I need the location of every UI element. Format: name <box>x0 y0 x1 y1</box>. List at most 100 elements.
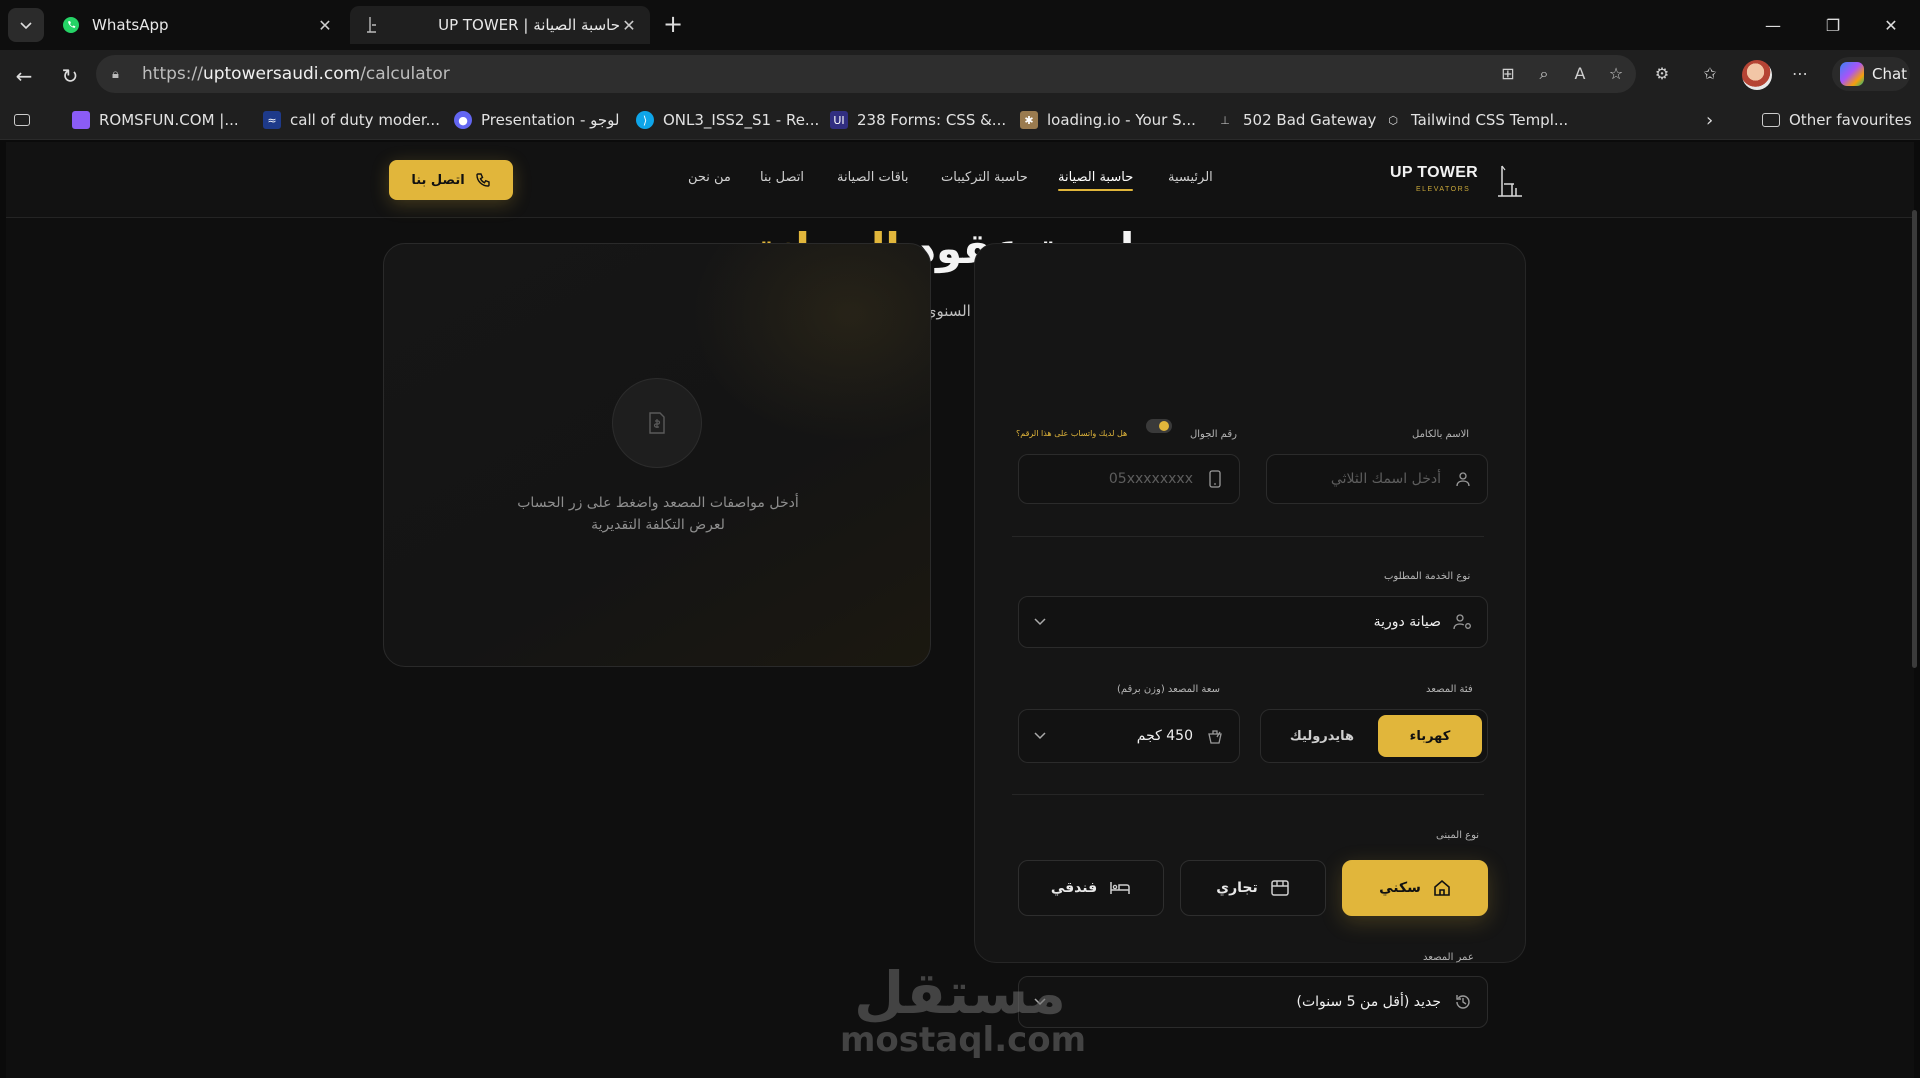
building-commercial-label: تجاري <box>1216 880 1258 896</box>
favorites-icon[interactable]: ✩ <box>1698 62 1722 86</box>
capacity-select[interactable]: 450 كجم <box>1018 709 1240 763</box>
bookmark-romsfun[interactable]: ROMSFUN.COM |... <box>72 110 239 130</box>
nav-maintenance-calculator[interactable]: حاسبة الصيانة <box>1058 170 1134 191</box>
elevator-category-label: فئة المصعد <box>1426 684 1473 695</box>
bookmark-cod[interactable]: ≈ call of duty moder... <box>263 110 440 130</box>
nav-home[interactable]: الرئيسية <box>1168 170 1213 185</box>
url-path: /calculator <box>360 64 450 84</box>
chevron-down-icon <box>1033 729 1047 743</box>
elevator-age-select[interactable]: جديد (أقل من 5 سنوات) <box>1018 976 1488 1028</box>
service-type-select[interactable]: صيانة دورية <box>1018 596 1488 648</box>
url-prefix: https:// <box>142 64 203 84</box>
bookmark-onl3[interactable]: ⟩ ONL3_ISS2_S1 - Re... <box>636 110 819 130</box>
page-subtitle: احصل على تقدير مبدئي لتكلفة عقد الصيانة … <box>676 302 1244 320</box>
tab-title: UP TOWER | حاسبة الصيانة <box>438 16 620 34</box>
capacity-label: سعة المصعد (وزن برقم) <box>1117 684 1220 695</box>
chevron-down-icon <box>1033 615 1047 629</box>
building-residential-label: سكني <box>1379 880 1421 896</box>
whatsapp-toggle[interactable] <box>1146 419 1172 433</box>
bookmark-502[interactable]: ⊥ 502 Bad Gateway <box>1216 110 1376 130</box>
brand-name: UP TOWER <box>1390 164 1479 181</box>
extensions-icon[interactable]: ⚙ <box>1650 62 1674 86</box>
watermark-arabic: مستقل <box>853 959 1067 1027</box>
invoice-document-icon <box>649 412 665 434</box>
close-tab-icon[interactable]: ✕ <box>316 16 334 35</box>
contact-us-button[interactable]: اتصل بنا <box>389 160 513 200</box>
other-favourites[interactable]: Other favourites <box>1762 110 1912 130</box>
phone-icon <box>475 173 490 187</box>
uiverse-icon: UI <box>830 111 848 129</box>
bookmark-loadingio[interactable]: ✱ loading.io - Your S... <box>1020 110 1196 130</box>
copilot-chat-button[interactable]: Chat <box>1832 57 1910 91</box>
result-placeholder-icon-circle <box>612 378 702 468</box>
page-scrollbar[interactable] <box>1912 210 1917 668</box>
read-aloud-icon[interactable]: A <box>1568 62 1592 86</box>
phone-label: رقم الجوال <box>1190 429 1237 440</box>
phone-placeholder: 05xxxxxxxx <box>1108 471 1193 487</box>
cod-icon: ≈ <box>263 111 281 129</box>
romsfun-icon <box>72 111 90 129</box>
nav-contact[interactable]: اتصل بنا <box>760 170 804 185</box>
capacity-value: 450 كجم <box>1136 728 1193 744</box>
copilot-label: Chat <box>1872 65 1908 83</box>
new-tab-button[interactable]: + <box>660 12 686 38</box>
bookmark-tailwind[interactable]: ⬡ Tailwind CSS Templ... <box>1384 110 1568 130</box>
site-info-icon[interactable]: 🔒︎ <box>112 67 130 82</box>
bookmark-presentation[interactable]: ● Presentation - لوجو <box>454 110 620 130</box>
category-electric-button[interactable]: كهرباء <box>1378 715 1482 757</box>
chevron-down-icon <box>20 22 32 30</box>
zoom-icon[interactable]: ⌕ <box>1532 62 1556 86</box>
uptower-icon <box>362 16 380 34</box>
tab-title: WhatsApp <box>92 16 169 34</box>
nav-installation-calculator[interactable]: حاسبة التركيبات <box>941 170 1028 185</box>
nav-maintenance-packages[interactable]: باقات الصيانة <box>837 170 908 185</box>
bookmark-forms[interactable]: UI 238 Forms: CSS &... <box>830 110 1006 130</box>
copilot-icon <box>1840 62 1864 86</box>
profile-avatar[interactable] <box>1742 60 1772 90</box>
restore-icon[interactable]: ❐ <box>1804 0 1862 50</box>
back-icon[interactable]: ← <box>10 62 38 90</box>
building-commercial-button[interactable]: تجاري <box>1180 860 1326 916</box>
reading-list-icon[interactable] <box>14 110 39 130</box>
full-name-input[interactable]: أدخل اسمك الثلاثي <box>1266 454 1488 504</box>
elevator-category-toggle: كهرباء هايدروليك <box>1260 709 1488 763</box>
canva-icon: ● <box>454 111 472 129</box>
refresh-icon[interactable]: ↻ <box>56 62 84 90</box>
bed-icon <box>1110 882 1130 894</box>
nav-about[interactable]: من نحن <box>688 170 731 185</box>
uptower-icon: ⊥ <box>1220 113 1230 127</box>
category-hydraulic-button[interactable]: هايدروليك <box>1270 715 1374 757</box>
close-window-icon[interactable]: ✕ <box>1862 0 1920 50</box>
full-name-placeholder: أدخل اسمك الثلاثي <box>1330 471 1441 487</box>
web-page: UP TOWER ELEVATORS الرئيسية حاسبة الصيان… <box>6 142 1914 1078</box>
weight-icon <box>1205 726 1225 746</box>
bookmarks-overflow-chevron-icon[interactable]: › <box>1706 110 1713 131</box>
phone-input[interactable]: 05xxxxxxxx <box>1018 454 1240 504</box>
mostaql-watermark: مستقل mostaql.com <box>840 958 1086 1068</box>
building-hotel-label: فندقي <box>1050 880 1098 896</box>
brand-subtitle: ELEVATORS <box>1416 186 1471 193</box>
building-hotel-button[interactable]: فندقي <box>1018 860 1164 916</box>
user-gear-icon <box>1453 612 1473 632</box>
favorite-star-icon[interactable]: ☆ <box>1604 62 1628 86</box>
page-title: حاسبة عقود الصيانة <box>6 224 1914 273</box>
elevator-tower-icon[interactable] <box>1488 162 1528 202</box>
minimize-icon[interactable]: — <box>1744 0 1802 50</box>
store-icon <box>1271 880 1289 896</box>
address-bar[interactable]: 🔒︎ https://uptowersaudi.com/calculator <box>96 55 1636 93</box>
toggle-knob <box>1159 421 1169 431</box>
tab-whatsapp[interactable]: WhatsApp ✕ <box>50 6 346 44</box>
section-divider <box>1012 794 1484 795</box>
contact-us-label: اتصل بنا <box>411 172 465 188</box>
history-icon <box>1453 992 1473 1012</box>
full-name-label: الاسم بالكامل <box>1412 429 1470 440</box>
site-header: UP TOWER ELEVATORS الرئيسية حاسبة الصيان… <box>6 142 1914 218</box>
more-menu-icon[interactable]: ⋯ <box>1788 62 1812 86</box>
service-type-value: صيانة دورية <box>1373 614 1441 630</box>
close-tab-icon[interactable]: ✕ <box>620 16 638 35</box>
section-divider <box>1012 536 1484 537</box>
app-available-icon[interactable]: ⊞ <box>1496 62 1520 86</box>
tab-uptower[interactable]: UP TOWER | حاسبة الصيانة ✕ <box>350 6 650 44</box>
tab-actions-menu-button[interactable] <box>8 8 44 42</box>
building-residential-button[interactable]: سكني <box>1342 860 1488 916</box>
